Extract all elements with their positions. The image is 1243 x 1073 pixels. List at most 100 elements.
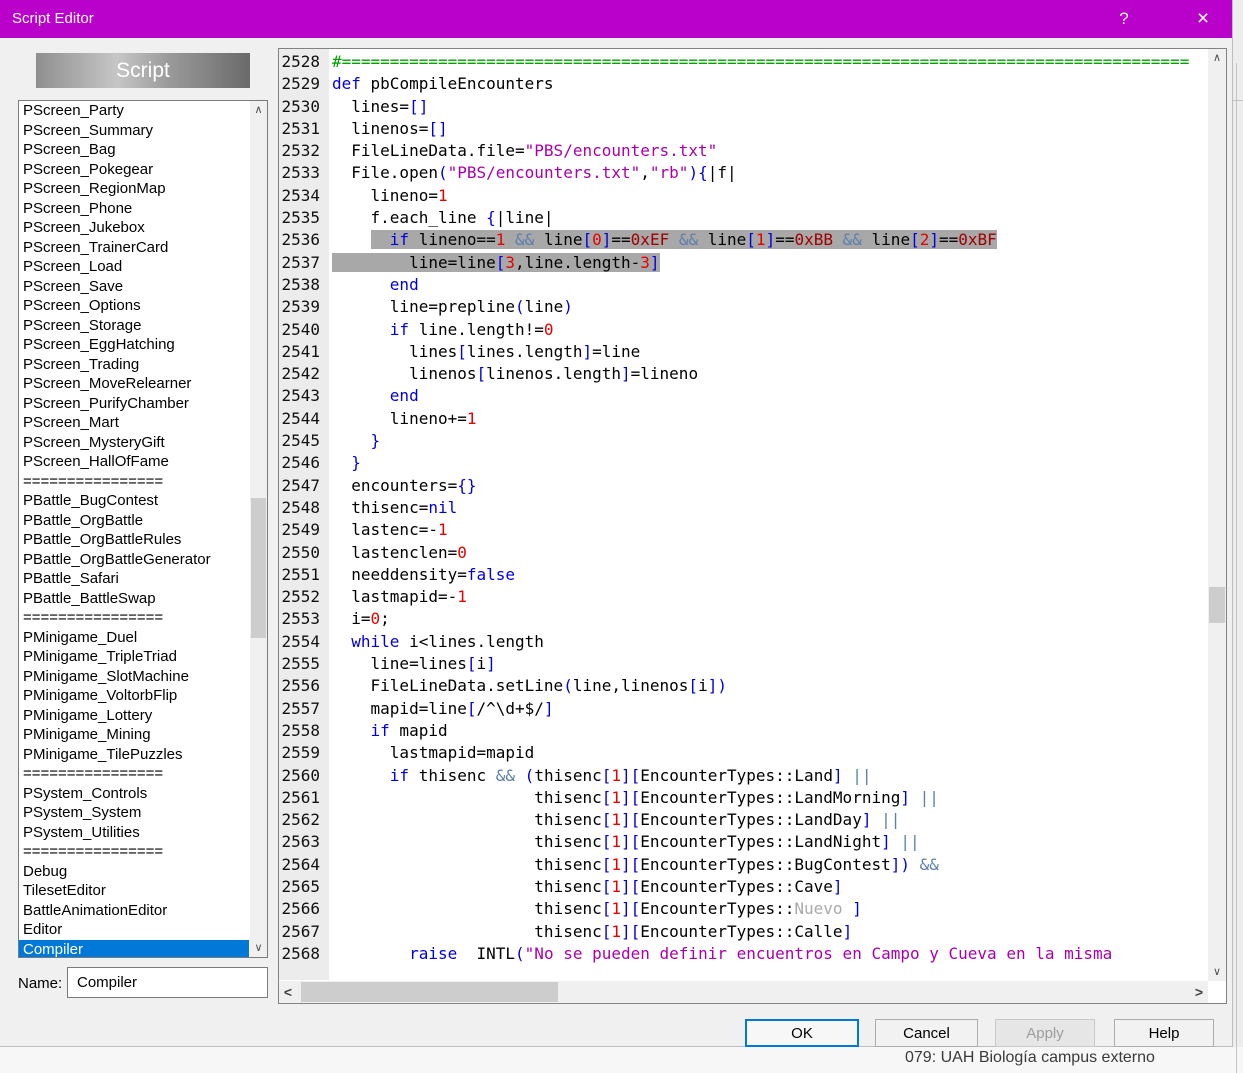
script-list-item[interactable]: PMinigame_Duel bbox=[19, 628, 249, 648]
code-line[interactable]: 2531 linenos=[] bbox=[279, 118, 1184, 140]
code-line[interactable]: 2542 linenos[linenos.length]=lineno bbox=[279, 363, 1184, 385]
code-line[interactable]: 2554 while i<lines.length bbox=[279, 631, 1184, 653]
code-area[interactable]: 2528#===================================… bbox=[279, 51, 1184, 965]
code-line[interactable]: 2556 FileLineData.setLine(line,linenos[i… bbox=[279, 675, 1184, 697]
scrollbar-thumb[interactable] bbox=[301, 982, 558, 1002]
script-list-item[interactable]: PBattle_Safari bbox=[19, 569, 249, 589]
code-line[interactable]: 2528#===================================… bbox=[279, 51, 1184, 73]
script-list-item[interactable]: PScreen_PurifyChamber bbox=[19, 394, 249, 414]
script-list-item[interactable]: PScreen_MoveRelearner bbox=[19, 374, 249, 394]
script-list-item[interactable]: PBattle_OrgBattle bbox=[19, 511, 249, 531]
code-line[interactable]: 2540 if line.length!=0 bbox=[279, 319, 1184, 341]
scrollbar-thumb[interactable] bbox=[1209, 587, 1225, 623]
script-list-separator[interactable]: ================ bbox=[19, 608, 249, 628]
script-list-item[interactable]: PSystem_Controls bbox=[19, 784, 249, 804]
scroll-left-icon[interactable]: < bbox=[279, 981, 297, 1003]
script-list-separator[interactable]: ================ bbox=[19, 842, 249, 862]
apply-button[interactable]: Apply bbox=[995, 1019, 1095, 1047]
code-line[interactable]: 2558 if mapid bbox=[279, 720, 1184, 742]
scroll-up-icon[interactable]: ∧ bbox=[250, 101, 267, 119]
script-list[interactable]: PScreen_PartyPScreen_SummaryPScreen_BagP… bbox=[18, 100, 268, 958]
code-line[interactable]: 2530 lines=[] bbox=[279, 96, 1184, 118]
script-list-scrollbar[interactable]: ∧ ∨ bbox=[250, 101, 267, 957]
script-list-item[interactable]: PScreen_Summary bbox=[19, 121, 249, 141]
script-list-item[interactable]: Debug bbox=[19, 862, 249, 882]
code-line[interactable]: 2550 lastenclen=0 bbox=[279, 542, 1184, 564]
script-list-item[interactable]: PMinigame_TripleTriad bbox=[19, 647, 249, 667]
script-list-item[interactable]: PMinigame_TilePuzzles bbox=[19, 745, 249, 765]
script-list-item[interactable]: PMinigame_Mining bbox=[19, 725, 249, 745]
title-bar[interactable]: Script Editor ? × bbox=[0, 0, 1232, 38]
code-line[interactable]: 2555 line=lines[i] bbox=[279, 653, 1184, 675]
code-line[interactable]: 2553 i=0; bbox=[279, 608, 1184, 630]
script-list-item[interactable]: PScreen_Pokegear bbox=[19, 160, 249, 180]
code-line[interactable]: 2543 end bbox=[279, 385, 1184, 407]
code-line[interactable]: 2537 line=line[3,line.length-3] bbox=[279, 252, 1184, 274]
code-line[interactable]: 2538 end bbox=[279, 274, 1184, 296]
script-list-item[interactable]: PScreen_Trading bbox=[19, 355, 249, 375]
script-list-item[interactable]: PBattle_BugContest bbox=[19, 491, 249, 511]
code-line[interactable]: 2547 encounters={} bbox=[279, 475, 1184, 497]
script-list-item[interactable]: PScreen_RegionMap bbox=[19, 179, 249, 199]
script-list-item[interactable]: PScreen_Load bbox=[19, 257, 249, 277]
script-list-item[interactable]: PScreen_MysteryGift bbox=[19, 433, 249, 453]
script-list-item[interactable]: PScreen_Party bbox=[19, 101, 249, 121]
script-list-item[interactable]: PScreen_Phone bbox=[19, 199, 249, 219]
code-line[interactable]: 2532 FileLineData.file="PBS/encounters.t… bbox=[279, 140, 1184, 162]
script-list-item[interactable]: PSystem_System bbox=[19, 803, 249, 823]
cancel-button[interactable]: Cancel bbox=[875, 1019, 978, 1047]
code-line[interactable]: 2552 lastmapid=-1 bbox=[279, 586, 1184, 608]
scrollbar-thumb[interactable] bbox=[251, 498, 266, 638]
script-list-item[interactable]: PScreen_Storage bbox=[19, 316, 249, 336]
script-list-item[interactable]: PScreen_Save bbox=[19, 277, 249, 297]
script-list-item[interactable]: PScreen_Jukebox bbox=[19, 218, 249, 238]
code-line[interactable]: 2568 raise INTL("No se pueden definir en… bbox=[279, 943, 1184, 965]
script-list-item[interactable]: Editor bbox=[19, 920, 249, 940]
script-list-item[interactable]: PMinigame_Lottery bbox=[19, 706, 249, 726]
code-line[interactable]: 2529def pbCompileEncounters bbox=[279, 73, 1184, 95]
script-list-item[interactable]: PScreen_TrainerCard bbox=[19, 238, 249, 258]
script-list-item[interactable]: PBattle_OrgBattleRules bbox=[19, 530, 249, 550]
code-line[interactable]: 2544 lineno+=1 bbox=[279, 408, 1184, 430]
scroll-up-icon[interactable]: ∧ bbox=[1208, 49, 1226, 67]
code-line[interactable]: 2545 } bbox=[279, 430, 1184, 452]
code-line[interactable]: 2549 lastenc=-1 bbox=[279, 519, 1184, 541]
scroll-down-icon[interactable]: ∨ bbox=[250, 939, 267, 957]
script-list-item[interactable]: PMinigame_SlotMachine bbox=[19, 667, 249, 687]
code-line[interactable]: 2561 thisenc[1][EncounterTypes::LandMorn… bbox=[279, 787, 1184, 809]
close-button[interactable]: × bbox=[1174, 0, 1232, 38]
script-list-item[interactable]: PScreen_Mart bbox=[19, 413, 249, 433]
code-line[interactable]: 2548 thisenc=nil bbox=[279, 497, 1184, 519]
code-line[interactable]: 2534 lineno=1 bbox=[279, 185, 1184, 207]
script-list-separator[interactable]: ================ bbox=[19, 764, 249, 784]
script-list-item[interactable]: PScreen_HallOfFame bbox=[19, 452, 249, 472]
script-list-item[interactable]: PScreen_EggHatching bbox=[19, 335, 249, 355]
code-line[interactable]: 2557 mapid=line[/^\d+$/] bbox=[279, 698, 1184, 720]
code-line[interactable]: 2536 if lineno==1 && line[0]==0xEF && li… bbox=[279, 229, 1184, 251]
script-list-item[interactable]: PBattle_OrgBattleGenerator bbox=[19, 550, 249, 570]
code-line[interactable]: 2565 thisenc[1][EncounterTypes::Cave] bbox=[279, 876, 1184, 898]
script-list-item[interactable]: PMinigame_VoltorbFlip bbox=[19, 686, 249, 706]
code-line[interactable]: 2560 if thisenc && (thisenc[1][Encounter… bbox=[279, 765, 1184, 787]
help-button-bottom[interactable]: Help bbox=[1114, 1019, 1214, 1047]
script-list-separator[interactable]: ================ bbox=[19, 472, 249, 492]
code-line[interactable]: 2563 thisenc[1][EncounterTypes::LandNigh… bbox=[279, 831, 1184, 853]
script-list-item[interactable]: TilesetEditor bbox=[19, 881, 249, 901]
code-line[interactable]: 2535 f.each_line {|line| bbox=[279, 207, 1184, 229]
code-line[interactable]: 2533 File.open("PBS/encounters.txt","rb"… bbox=[279, 162, 1184, 184]
script-list-item[interactable]: BattleAnimationEditor bbox=[19, 901, 249, 921]
script-list-item[interactable]: PSystem_Utilities bbox=[19, 823, 249, 843]
code-horizontal-scrollbar[interactable]: < > bbox=[279, 981, 1208, 1003]
script-name-input[interactable] bbox=[67, 967, 268, 998]
script-list-item[interactable]: PScreen_Bag bbox=[19, 140, 249, 160]
scroll-down-icon[interactable]: ∨ bbox=[1208, 963, 1226, 981]
script-list-item[interactable]: Compiler bbox=[19, 940, 249, 959]
code-line[interactable]: 2546 } bbox=[279, 452, 1184, 474]
help-button[interactable]: ? bbox=[1102, 0, 1146, 38]
script-list-item[interactable]: PBattle_BattleSwap bbox=[19, 589, 249, 609]
code-line[interactable]: 2564 thisenc[1][EncounterTypes::BugConte… bbox=[279, 854, 1184, 876]
code-editor[interactable]: 2528#===================================… bbox=[278, 48, 1227, 1004]
code-line[interactable]: 2567 thisenc[1][EncounterTypes::Calle] bbox=[279, 921, 1184, 943]
ok-button[interactable]: OK bbox=[745, 1019, 859, 1047]
scroll-right-icon[interactable]: > bbox=[1190, 981, 1208, 1003]
